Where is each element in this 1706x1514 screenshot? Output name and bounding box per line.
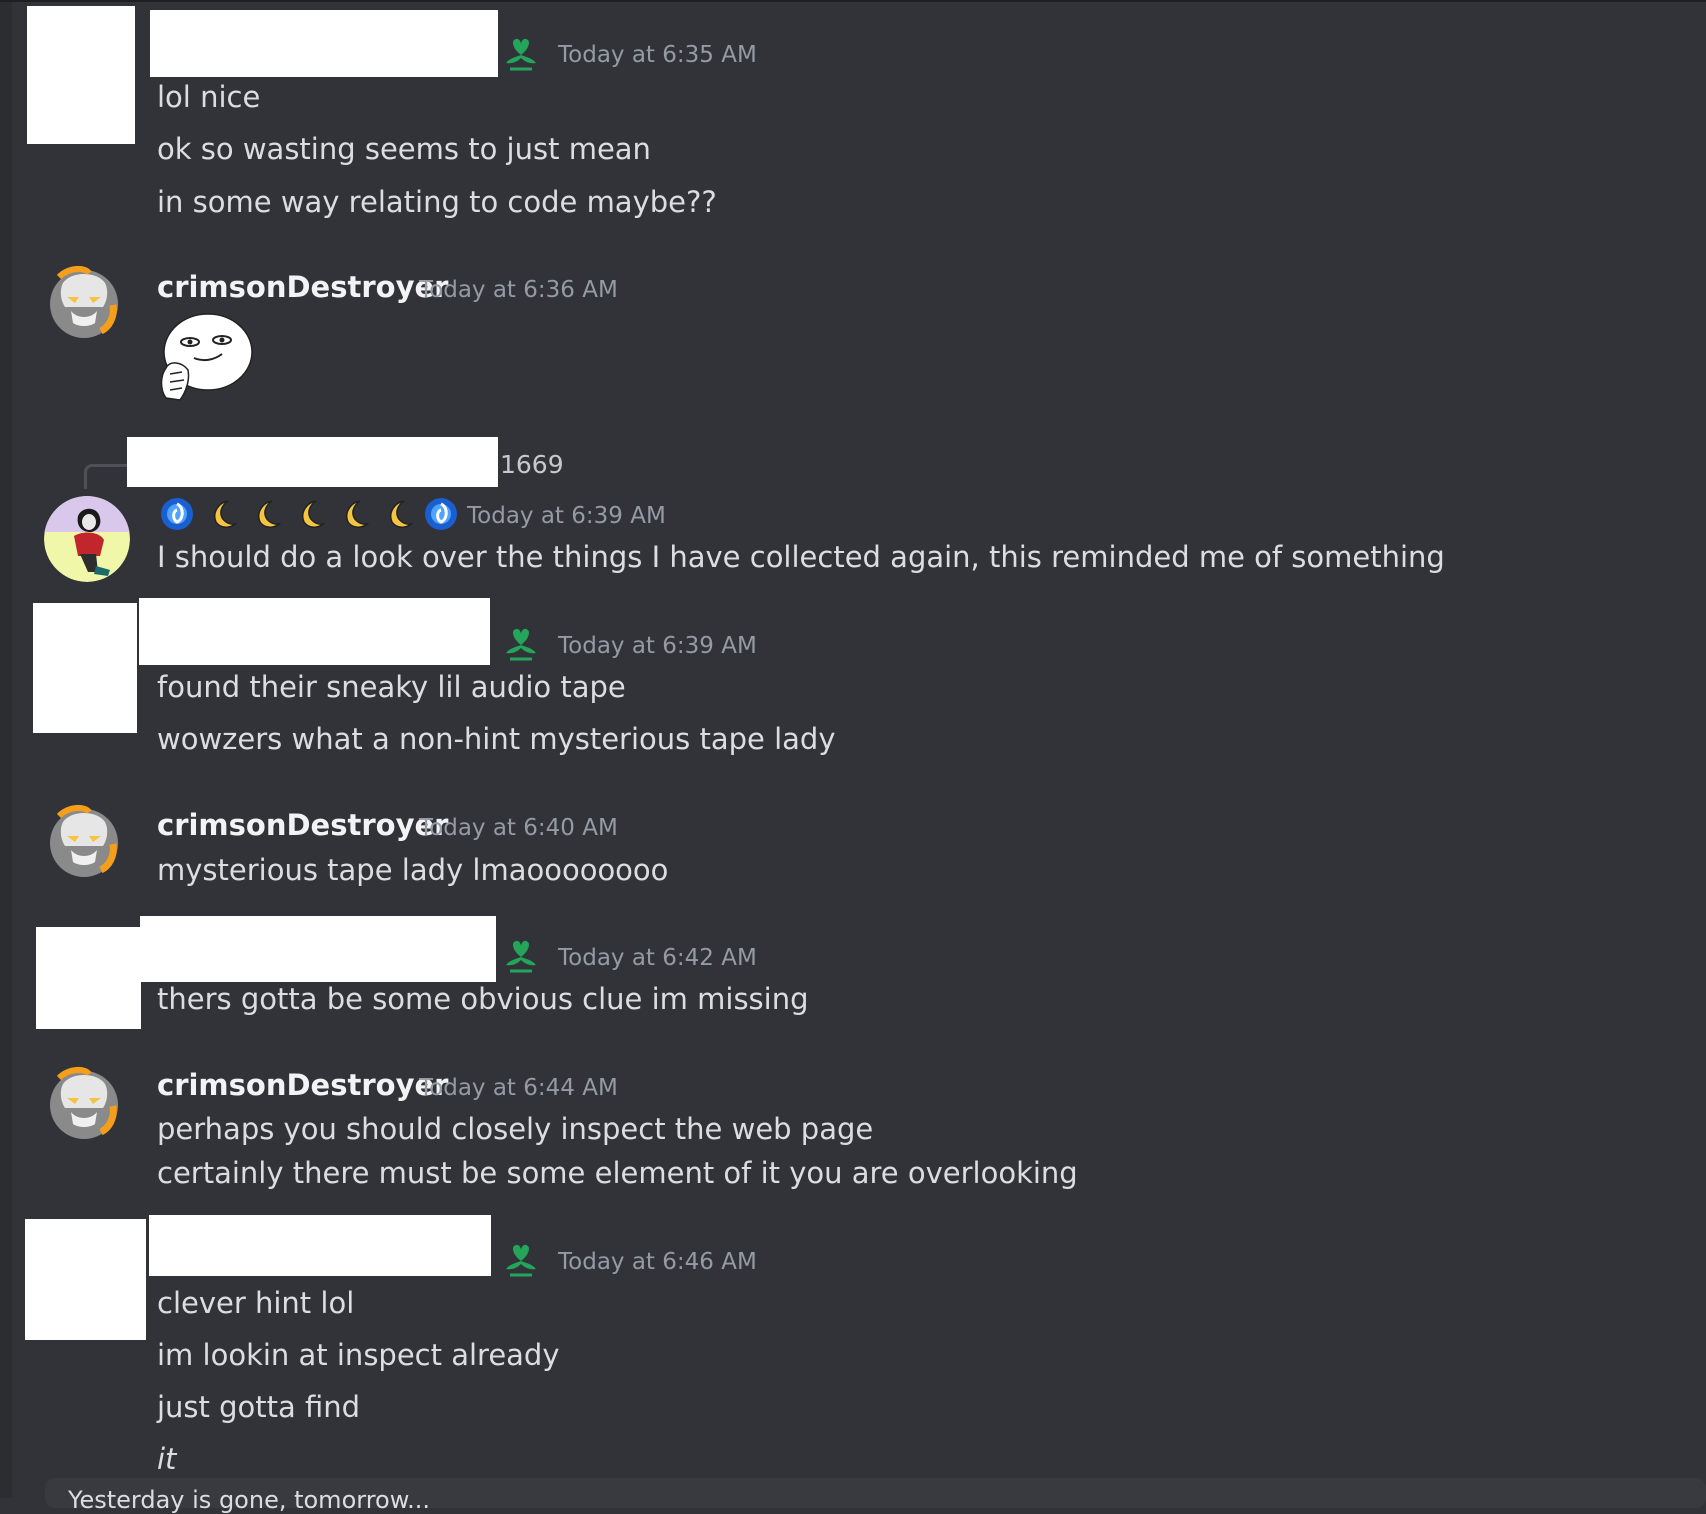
message-line: wowzers what a non-hint mysterious tape … bbox=[157, 722, 836, 756]
heart-plant-badge-icon[interactable] bbox=[502, 1242, 540, 1280]
redacted-reply-preview[interactable] bbox=[127, 437, 498, 487]
message-line: I should do a look over the things I hav… bbox=[157, 540, 1445, 574]
avatar-troll[interactable] bbox=[41, 800, 127, 886]
author-emoji-name[interactable] bbox=[158, 495, 460, 533]
reply-connector bbox=[84, 464, 129, 489]
timestamp: Today at 6:44 AM bbox=[419, 1075, 618, 1101]
message-line: im lookin at inspect already bbox=[157, 1338, 560, 1372]
message-line: perhaps you should closely inspect the w… bbox=[157, 1112, 874, 1146]
heart-plant-badge-icon[interactable] bbox=[502, 36, 540, 74]
message-line: thers gotta be some obvious clue im miss… bbox=[157, 982, 809, 1016]
heart-plant-badge-icon[interactable] bbox=[502, 626, 540, 664]
scrollbar-gutter bbox=[0, 0, 12, 1498]
redacted-avatar[interactable] bbox=[27, 6, 135, 144]
timestamp: Today at 6:39 AM bbox=[467, 503, 666, 529]
blue-swirl-emoji bbox=[158, 495, 196, 533]
redacted-avatar[interactable] bbox=[36, 927, 141, 1029]
timestamp: Today at 6:36 AM bbox=[419, 277, 618, 303]
moon-emoji bbox=[290, 495, 328, 533]
redacted-username[interactable] bbox=[150, 10, 498, 77]
username[interactable]: crimsonDestroyer bbox=[157, 270, 448, 304]
reply-preview-text[interactable]: 1669 bbox=[500, 450, 564, 479]
message-line: it bbox=[157, 1442, 177, 1476]
top-divider bbox=[0, 0, 1706, 2]
timestamp: Today at 6:46 AM bbox=[558, 1249, 757, 1275]
timestamp: Today at 6:40 AM bbox=[419, 815, 618, 841]
message-line: ok so wasting seems to just mean bbox=[157, 132, 651, 166]
heart-plant-badge-icon[interactable] bbox=[502, 938, 540, 976]
message-line: clever hint lol bbox=[157, 1286, 355, 1320]
message-line: mysterious tape lady lmaoooooooo bbox=[157, 853, 669, 887]
username[interactable]: crimsonDestroyer bbox=[157, 808, 448, 842]
timestamp: Today at 6:39 AM bbox=[558, 633, 757, 659]
avatar-troll[interactable] bbox=[41, 1062, 127, 1148]
message-line: certainly there must be some element of … bbox=[157, 1156, 1078, 1190]
message-line: just gotta find bbox=[157, 1390, 361, 1424]
redacted-avatar[interactable] bbox=[33, 603, 137, 733]
username[interactable]: crimsonDestroyer bbox=[157, 1068, 448, 1102]
message-line: found their sneaky lil audio tape bbox=[157, 670, 626, 704]
blue-swirl-emoji bbox=[422, 495, 460, 533]
avatar-girl[interactable] bbox=[44, 496, 130, 582]
redacted-username[interactable] bbox=[139, 598, 490, 665]
avatar-troll[interactable] bbox=[41, 261, 127, 347]
moon-emoji bbox=[202, 495, 240, 533]
message-line: in some way relating to code maybe?? bbox=[157, 185, 717, 219]
message-line: lol nice bbox=[157, 80, 261, 114]
moon-emoji bbox=[246, 495, 284, 533]
moon-emoji bbox=[334, 495, 372, 533]
redacted-avatar[interactable] bbox=[25, 1219, 146, 1340]
redacted-username[interactable] bbox=[149, 1215, 491, 1276]
moon-emoji bbox=[378, 495, 416, 533]
thinking-face-sticker[interactable] bbox=[156, 310, 256, 410]
message-input-placeholder[interactable]: Yesterday is gone, tomorrow... bbox=[68, 1486, 430, 1514]
timestamp: Today at 6:35 AM bbox=[558, 42, 757, 68]
timestamp: Today at 6:42 AM bbox=[558, 945, 757, 971]
redacted-username[interactable] bbox=[140, 916, 496, 982]
